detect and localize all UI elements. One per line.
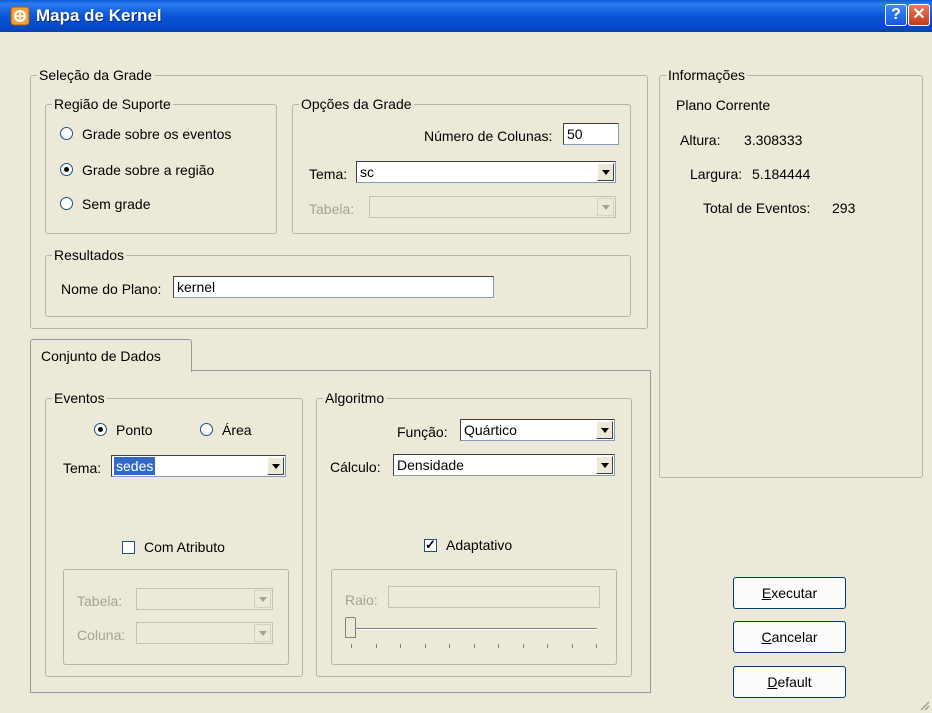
plane-name-label: Nome do Plano: — [61, 281, 162, 297]
default-accesskey: D — [767, 674, 778, 690]
with-attribute-checkbox[interactable] — [122, 541, 135, 554]
slider-tick — [424, 644, 426, 648]
slider-tick — [400, 644, 401, 648]
execute-label: xecutar — [771, 585, 818, 601]
grid-options-legend: Opções da Grade — [299, 96, 414, 112]
calc-value: Densidade — [397, 457, 464, 473]
slider-tick — [449, 644, 450, 648]
radius-slider-track[interactable] — [352, 628, 597, 630]
radio-grid-over-events[interactable] — [60, 127, 73, 140]
attr-table-select — [136, 588, 273, 610]
with-attribute-label[interactable]: Com Atributo — [144, 539, 225, 555]
total-events-value: 293 — [832, 200, 856, 216]
total-events-label: Total de Eventos: — [703, 200, 811, 216]
support-region-legend: Região de Suporte — [52, 96, 173, 112]
grid-table-label: Tabela: — [309, 201, 355, 217]
radio-no-grid-label[interactable]: Sem grade — [82, 196, 150, 212]
radio-grid-over-events-label[interactable]: Grade sobre os eventos — [82, 126, 231, 142]
default-label: efault — [777, 674, 812, 690]
grid-selection-legend: Seleção da Grade — [37, 67, 154, 83]
current-plane-label: Plano Corrente — [676, 97, 771, 113]
info-legend: Informações — [666, 67, 748, 83]
radius-subgroup — [331, 569, 617, 665]
events-theme-value: sedes — [114, 457, 156, 475]
function-label: Função: — [397, 424, 448, 440]
attr-column-label: Coluna: — [77, 627, 126, 643]
default-button[interactable]: Default — [733, 666, 846, 698]
chevron-down-icon[interactable] — [596, 421, 613, 439]
grid-table-select — [369, 196, 616, 218]
slider-tick — [351, 644, 352, 648]
height-label: Altura: — [680, 132, 721, 148]
events-theme-label: Tema: — [63, 460, 102, 476]
radio-no-grid[interactable] — [60, 197, 73, 210]
calc-label: Cálculo: — [330, 459, 381, 475]
title-bar[interactable]: Mapa de Kernel ? ✕ — [0, 0, 932, 32]
chevron-down-icon — [254, 624, 271, 642]
events-legend: Eventos — [52, 390, 107, 406]
function-select[interactable]: Quártico — [460, 419, 615, 441]
grid-theme-select[interactable]: sc — [356, 161, 616, 183]
execute-button[interactable]: Executar — [733, 577, 846, 609]
chevron-down-icon[interactable] — [596, 456, 613, 474]
radio-point-label[interactable]: Ponto — [116, 422, 153, 438]
algorithm-legend: Algoritmo — [323, 390, 387, 406]
resize-grip-icon[interactable] — [918, 699, 930, 711]
radius-label: Raio: — [345, 592, 378, 608]
checkmark-icon: ✓ — [425, 537, 436, 552]
chevron-down-icon[interactable] — [267, 457, 284, 475]
attribute-subgroup — [63, 569, 289, 665]
radio-grid-over-region-label[interactable]: Grade sobre a região — [82, 162, 214, 178]
cancel-label: ancelar — [771, 629, 818, 645]
question-mark-icon[interactable]: ? — [885, 4, 907, 26]
columns-label: Número de Colunas: — [424, 128, 553, 144]
columns-input[interactable]: 50 — [563, 123, 619, 145]
width-value: 5.184444 — [752, 166, 811, 182]
radio-area-label[interactable]: Área — [222, 422, 252, 438]
height-value: 3.308333 — [744, 132, 803, 148]
chevron-down-icon[interactable] — [597, 163, 614, 181]
slider-tick — [498, 644, 499, 648]
cancel-button[interactable]: Cancelar — [733, 621, 846, 653]
results-legend: Resultados — [52, 247, 127, 263]
attr-table-label: Tabela: — [77, 593, 123, 609]
slider-tick — [375, 644, 377, 648]
slider-tick — [473, 644, 475, 648]
function-value: Quártico — [464, 422, 517, 438]
app-icon — [10, 6, 30, 26]
slider-tick — [547, 644, 548, 648]
width-label: Largura: — [690, 166, 743, 182]
radio-area[interactable] — [200, 423, 213, 436]
attr-column-select — [136, 622, 273, 644]
window-title: Mapa de Kernel — [36, 6, 162, 25]
tab-dataset[interactable]: Conjunto de Dados — [30, 339, 192, 372]
slider-tick — [522, 644, 524, 648]
slider-tick — [596, 644, 597, 648]
kernel-map-dialog: Mapa de Kernel ? ✕ Seleção da Grade Regi… — [0, 0, 932, 713]
radio-point[interactable] — [94, 423, 107, 436]
plane-name-input[interactable]: kernel — [173, 276, 494, 298]
radio-grid-over-region[interactable] — [60, 163, 73, 176]
slider-tick — [571, 644, 573, 648]
tab-dataset-label: Conjunto de Dados — [41, 348, 161, 364]
chevron-down-icon — [597, 198, 614, 216]
chevron-down-icon — [254, 590, 271, 608]
execute-accesskey: E — [761, 585, 772, 601]
grid-theme-label: Tema: — [309, 166, 348, 182]
radius-slider-thumb[interactable] — [345, 617, 356, 638]
calc-select[interactable]: Densidade — [393, 454, 615, 476]
grid-theme-value: sc — [360, 164, 374, 180]
cancel-accesskey: C — [761, 629, 772, 645]
close-icon[interactable]: ✕ — [908, 4, 930, 26]
radius-input — [388, 586, 600, 608]
events-theme-select[interactable]: sedes — [111, 455, 286, 477]
adaptive-label[interactable]: Adaptativo — [446, 537, 512, 553]
adaptive-checkbox[interactable]: ✓ — [424, 537, 437, 552]
